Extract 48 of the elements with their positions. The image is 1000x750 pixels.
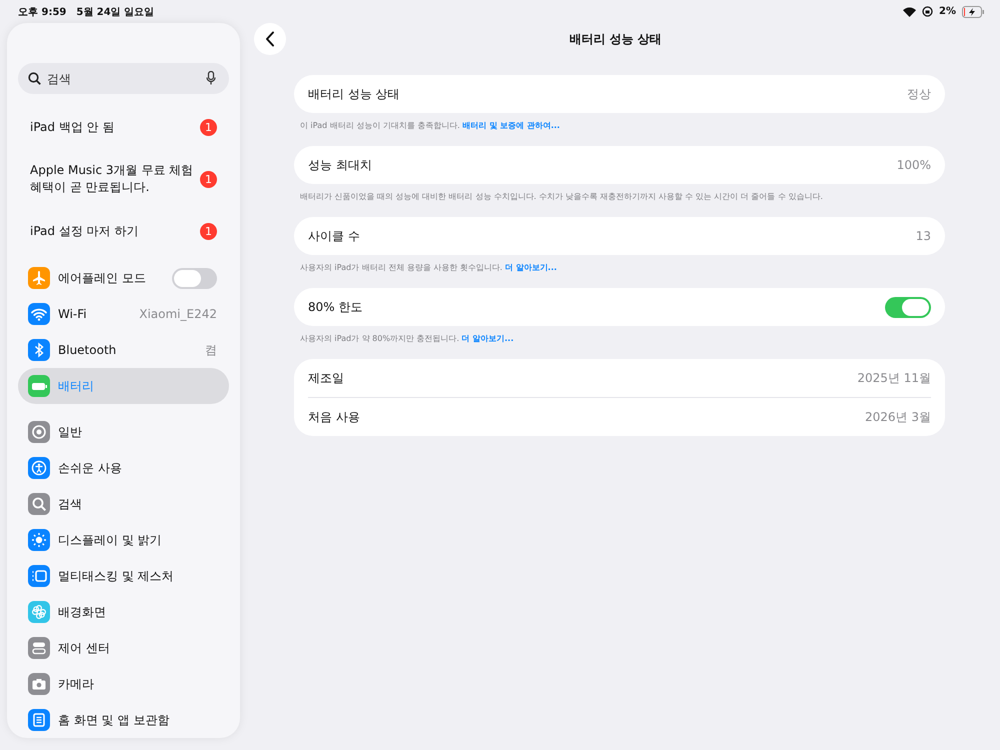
alert-item[interactable]: iPad 설정 마저 하기 1 [18, 212, 229, 250]
notification-badge: 1 [200, 170, 217, 188]
settings-item[interactable]: Wi-Fi Xiaomi_E242 [18, 296, 229, 332]
notification-badge: 1 [200, 118, 217, 136]
microphone-icon[interactable] [206, 71, 216, 85]
notification-badge: 1 [200, 222, 217, 240]
footnote: 이 iPad 배터리 성능이 기대치를 충족합니다. 배터리 및 보증에 관하여... [300, 120, 561, 132]
row-value: 2026년 3월 [865, 408, 931, 426]
status-time: 오후 9:59 [18, 6, 66, 18]
row-label: 처음 사용 [308, 408, 360, 426]
settings-item[interactable]: 카메라 [18, 666, 229, 702]
search-icon [28, 72, 41, 85]
row-value: 정상 [907, 86, 931, 102]
settings-item[interactable]: 검색 [18, 486, 229, 522]
battery-percent: 2% [939, 6, 956, 17]
battery-charging-icon [962, 6, 985, 18]
settings-item[interactable]: 멀티태스킹 및 제스처 [18, 558, 229, 594]
footnote: 사용자의 iPad가 배터리 전체 용량을 사용한 횟수입니다. 더 알아보기... [300, 262, 558, 274]
settings-item[interactable]: 홈 화면 및 앱 보관함 [18, 702, 229, 738]
settings-item[interactable]: 에어플레인 모드 [18, 260, 229, 296]
row-label: 제조일 [308, 370, 344, 386]
row-label: 배터리 성능 상태 [308, 86, 400, 102]
item-value: Xiaomi_E242 [139, 307, 217, 321]
status-date: 5월 24일 일요일 [76, 6, 154, 18]
settings-item[interactable]: 제어 센터 [18, 630, 229, 666]
row-value: 2025년 11월 [857, 370, 931, 386]
settings-item[interactable]: Bluetooth 켬 [18, 332, 229, 368]
settings-item[interactable]: 디스플레이 및 밝기 [18, 522, 229, 558]
row-value: 100% [896, 158, 931, 172]
toggle-switch[interactable] [172, 268, 217, 288]
alert-item[interactable]: iPad 백업 안 됨 1 [18, 108, 229, 146]
toggle-switch[interactable] [885, 296, 931, 318]
row-label: 성능 최대치 [308, 156, 372, 174]
settings-item[interactable]: 손쉬운 사용 [18, 450, 229, 486]
row-value: 13 [916, 229, 931, 243]
item-value: 켬 [205, 342, 217, 358]
settings-item[interactable]: 일반 [18, 414, 229, 450]
row-label: 80% 한도 [308, 298, 362, 316]
orientation-lock-icon [922, 6, 934, 17]
row-label: 사이클 수 [308, 228, 360, 244]
footnote: 배터리가 신품이었을 때의 성능에 대비한 배터리 성능 수치입니다. 수치가 낮을수록 재충전하기까지 사용할 수 있는 시간이 더 줄어들 수 있습니다. [300, 191, 824, 203]
search-field[interactable]: 검색 [18, 63, 229, 94]
page-title: 배터리 성능 상태 [568, 30, 663, 48]
footnote: 사용자의 iPad가 약 80%까지만 충전됩니다. 더 알아보기... [300, 333, 515, 345]
wifi-icon [903, 6, 916, 16]
back-button[interactable] [254, 23, 286, 55]
settings-item[interactable]: 배경화면 [18, 594, 229, 630]
back-chevron-icon [265, 31, 275, 47]
